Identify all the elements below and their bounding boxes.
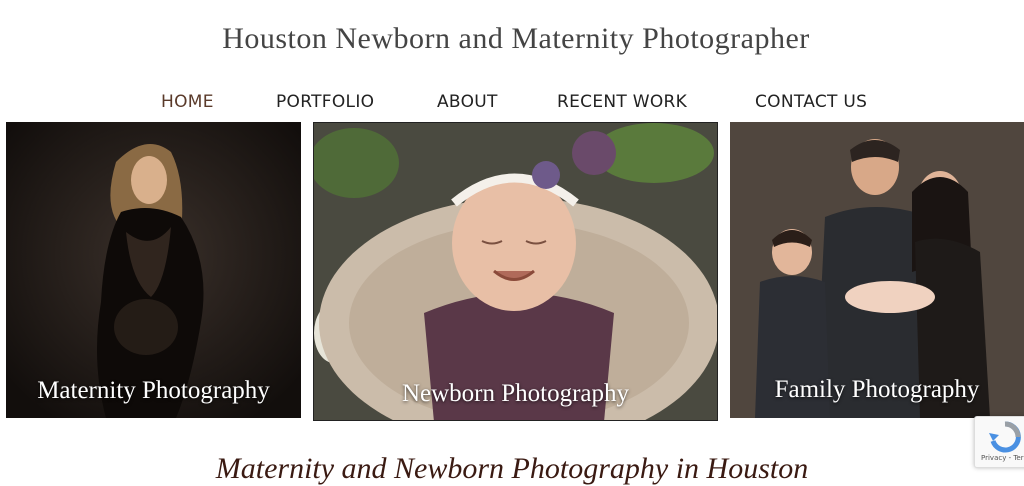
family-photo (730, 122, 1024, 418)
site-title[interactable]: Houston Newborn and Maternity Photograph… (0, 22, 1024, 56)
main-nav: HOME PORTFOLIO ABOUT RECENT WORK CONTACT… (0, 92, 1024, 118)
nav-portfolio[interactable]: PORTFOLIO (276, 92, 374, 112)
nav-contact-us[interactable]: CONTACT US (755, 92, 867, 112)
recaptcha-icon (989, 421, 1021, 453)
newborn-caption: Newborn Photography (401, 380, 630, 407)
nav-home[interactable]: HOME (161, 92, 214, 112)
recaptcha-badge[interactable]: Privacy - Terms (974, 416, 1024, 468)
nav-recent-work[interactable]: RECENT WORK (557, 92, 687, 112)
family-panel[interactable]: Family Photography (730, 122, 1024, 418)
newborn-panel[interactable]: Newborn Photography (313, 122, 718, 421)
nav-about[interactable]: ABOUT (437, 92, 498, 112)
family-caption: Family Photography (774, 376, 980, 403)
maternity-photo (6, 122, 301, 418)
newborn-photo (314, 123, 717, 420)
maternity-panel[interactable]: Maternity Photography (6, 122, 301, 418)
section-heading: Maternity and Newborn Photography in Hou… (215, 452, 809, 485)
recaptcha-links[interactable]: Privacy - Terms (981, 454, 1024, 462)
maternity-caption: Maternity Photography (37, 377, 270, 404)
